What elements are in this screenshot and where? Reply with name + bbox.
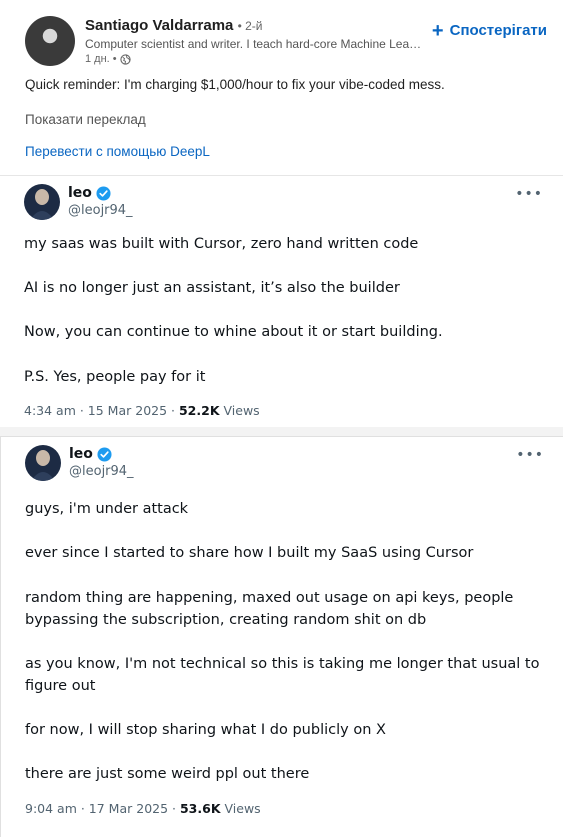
tweet-line: figure out xyxy=(25,678,96,694)
tweet-handle[interactable]: @leojr94_ xyxy=(68,203,133,218)
embedded-tweet: leo @leojr94_ ••• my saas was built with… xyxy=(0,175,563,428)
tweet-views-label: Views xyxy=(223,403,260,418)
tweet-timestamp[interactable]: 9:04 am · 17 Mar 2025 · xyxy=(25,801,176,816)
verified-badge-icon xyxy=(96,185,111,201)
tweet-views-label: Views xyxy=(224,801,261,816)
post-meta: 1 дн. • xyxy=(85,53,131,65)
tweet-handle[interactable]: @leojr94_ xyxy=(69,464,134,479)
show-translation-button[interactable]: Показати переклад xyxy=(25,112,146,127)
more-options-icon[interactable]: ••• xyxy=(515,186,543,202)
author-headline: Computer scientist and writer. I teach h… xyxy=(85,37,425,51)
linkedin-post: Santiago Valdarrama • 2-й Computer scien… xyxy=(0,0,563,175)
tweet-line: there are just some weird ppl out there xyxy=(25,766,310,782)
connection-degree: • 2-й xyxy=(237,19,263,33)
follow-button[interactable]: + Спостерігати xyxy=(431,19,547,42)
follow-label: Спостерігати xyxy=(449,22,547,39)
embedded-tweet: leo @leojr94_ ••• guys, i'm under attack… xyxy=(0,436,563,837)
tweet-line: guys, i'm under attack xyxy=(25,501,189,517)
post-time: 1 дн. • xyxy=(85,53,117,65)
tweet-line: random thing are happening, maxed out us… xyxy=(25,590,514,606)
author-name-row[interactable]: Santiago Valdarrama • 2-й xyxy=(85,17,263,34)
tweet-timestamp[interactable]: 4:34 am · 15 Mar 2025 · xyxy=(24,403,175,418)
tweet-avatar[interactable] xyxy=(25,445,61,481)
deepl-translate-link[interactable]: Перевести с помощью DeepL xyxy=(25,144,210,159)
verified-badge-icon xyxy=(97,446,112,462)
tweet-line: P.S. Yes, people pay for it xyxy=(24,369,206,385)
tweet-line: as you know, I'm not technical so this i… xyxy=(25,656,540,672)
tweet-separator xyxy=(0,427,563,436)
post-text: Quick reminder: I'm charging $1,000/hour… xyxy=(25,77,445,92)
tweet-views-count: 53.6K xyxy=(179,801,221,816)
tweet-footer: 9:04 am · 17 Mar 2025 · 53.6K Views xyxy=(25,801,261,816)
plus-icon: + xyxy=(431,19,444,42)
tweet-name-row[interactable]: leo xyxy=(68,185,111,201)
author-name[interactable]: Santiago Valdarrama xyxy=(85,17,233,34)
tweet-line: for now, I will stop sharing what I do p… xyxy=(25,722,386,738)
tweet-footer: 4:34 am · 15 Mar 2025 · 52.2K Views xyxy=(24,403,260,418)
tweet-author-name[interactable]: leo xyxy=(68,185,92,201)
author-avatar[interactable] xyxy=(25,16,75,66)
tweet-views-count: 52.2K xyxy=(178,403,220,418)
tweet-name-row[interactable]: leo xyxy=(69,446,112,462)
tweet-avatar[interactable] xyxy=(24,184,60,220)
globe-icon xyxy=(120,53,131,65)
tweet-author-name[interactable]: leo xyxy=(69,446,93,462)
tweet-line: bypassing the subscription, creating ran… xyxy=(25,612,427,628)
tweet-line: Now, you can continue to whine about it … xyxy=(24,324,443,340)
tweet-line: AI is no longer just an assistant, it’s … xyxy=(24,280,400,296)
more-options-icon[interactable]: ••• xyxy=(516,447,544,463)
tweet-line: my saas was built with Cursor, zero hand… xyxy=(24,236,419,252)
tweet-line: ever since I started to share how I buil… xyxy=(25,545,474,561)
